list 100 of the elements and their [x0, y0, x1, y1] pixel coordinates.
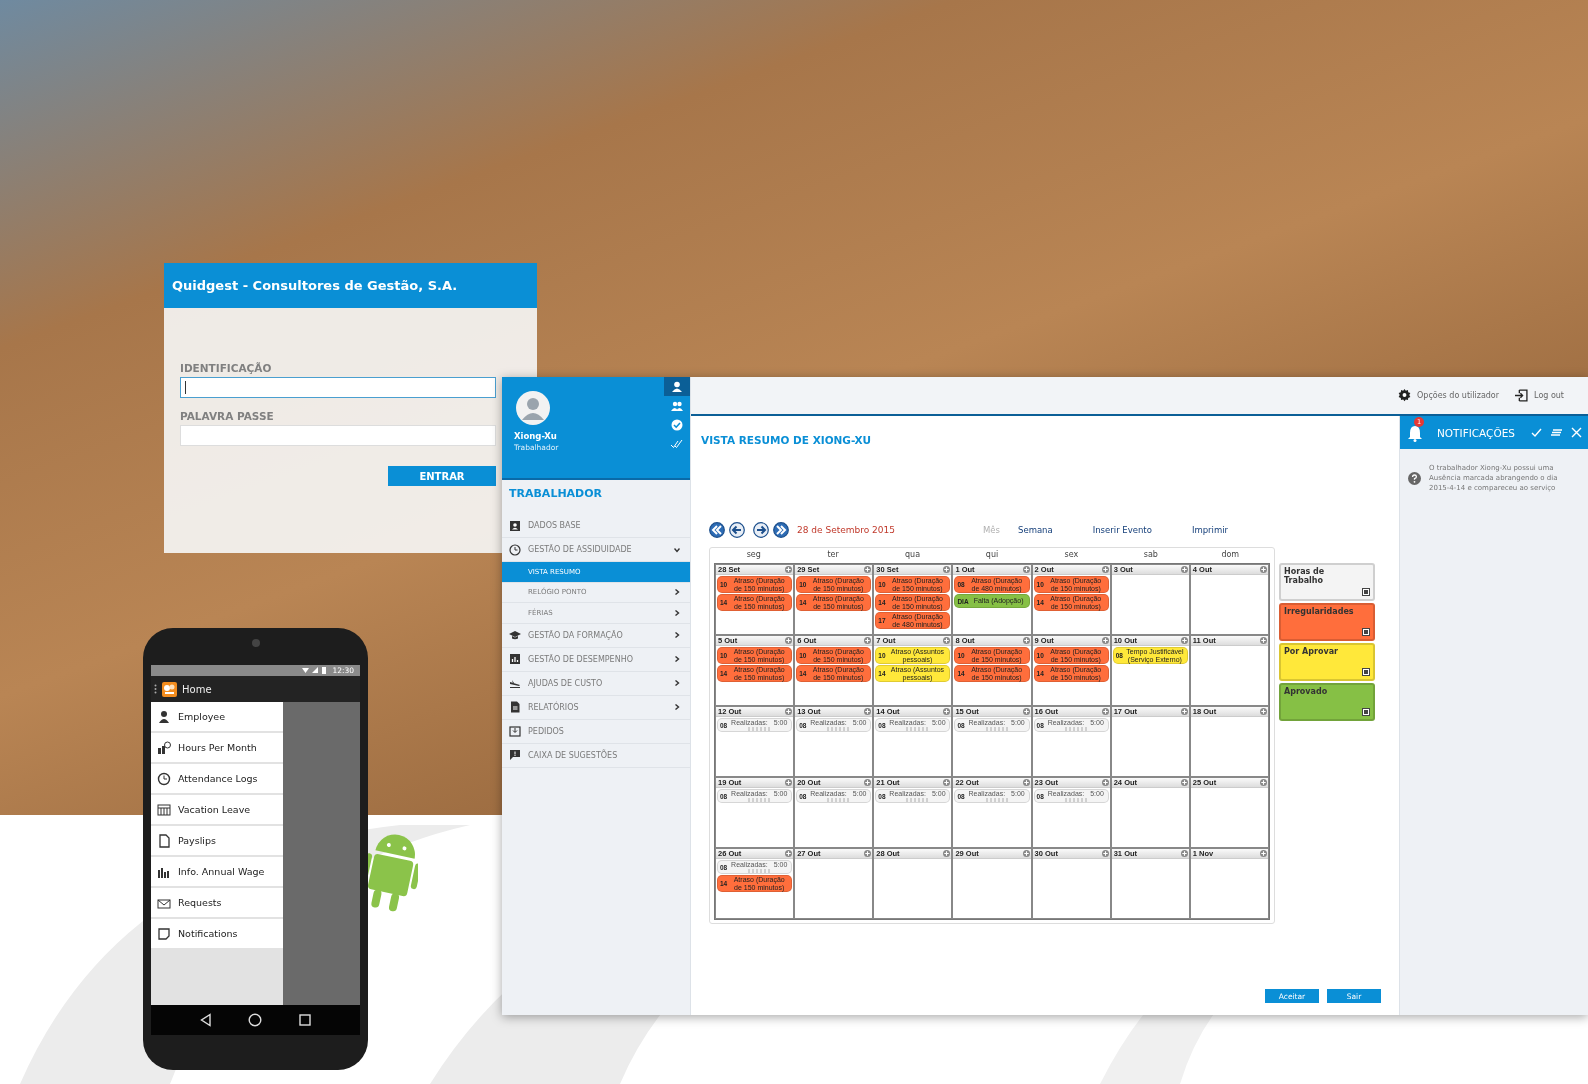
inbox-icon	[509, 725, 521, 737]
add-icon[interactable]	[1180, 566, 1188, 573]
add-icon[interactable]	[1022, 637, 1030, 644]
recents-icon[interactable]	[298, 1013, 313, 1027]
add-icon[interactable]	[1180, 708, 1188, 715]
id-card-icon	[509, 519, 521, 532]
checkbox[interactable]	[1362, 628, 1370, 636]
sidebar-item[interactable]: PEDIDOS	[502, 719, 690, 744]
add-icon[interactable]	[1022, 779, 1030, 786]
checkbox[interactable]	[1362, 708, 1370, 716]
last-page-icon[interactable]	[773, 522, 789, 538]
logout-icon[interactable]	[1515, 389, 1529, 402]
add-icon[interactable]	[785, 850, 793, 857]
previous-arrow-icon[interactable]	[729, 522, 745, 538]
tick-marks-icon	[748, 868, 771, 873]
page-title: VISTA RESUMO DE XIONG-XU	[701, 434, 873, 446]
sidebar-item[interactable]: DADOS BASE	[502, 514, 690, 538]
drawer-item[interactable]: Requests	[151, 888, 283, 917]
drawer-item[interactable]: Vacation Leave	[151, 795, 283, 824]
add-icon[interactable]	[943, 566, 951, 573]
menu-icon[interactable]	[154, 684, 157, 694]
weekday-label: sex	[1063, 550, 1080, 561]
sidebar-item[interactable]: GESTÃO DA FORMAÇÃO	[502, 623, 690, 648]
view-tab[interactable]: Semana	[1018, 525, 1053, 535]
checkbox[interactable]	[1362, 668, 1370, 676]
add-icon[interactable]	[1101, 850, 1109, 857]
logout-link[interactable]: Log out	[1534, 391, 1564, 400]
login-button[interactable]: ENTRAR	[388, 466, 496, 486]
calendar-icon	[157, 802, 171, 817]
legend-item[interactable]: Aprovado	[1279, 683, 1375, 721]
add-icon[interactable]	[1180, 779, 1188, 786]
add-icon[interactable]	[1260, 850, 1267, 857]
add-icon[interactable]	[1260, 566, 1267, 573]
add-icon[interactable]	[1022, 850, 1030, 857]
add-icon[interactable]	[1101, 637, 1109, 644]
add-icon[interactable]	[864, 850, 872, 857]
user-options-link[interactable]: Opções do utilizador	[1417, 391, 1500, 400]
add-icon[interactable]	[943, 850, 951, 857]
legend-item[interactable]: Horas de Trabalho	[1279, 563, 1375, 601]
add-icon[interactable]	[1022, 708, 1030, 715]
drawer-item[interactable]: Hours Per Month	[151, 733, 283, 762]
add-icon[interactable]	[1101, 708, 1109, 715]
add-icon[interactable]	[943, 779, 951, 786]
add-icon[interactable]	[943, 637, 951, 644]
rail-button[interactable]	[664, 377, 690, 396]
close-icon[interactable]	[1571, 427, 1582, 438]
add-icon[interactable]	[1101, 779, 1109, 786]
person-icon	[671, 380, 683, 393]
add-icon[interactable]	[785, 637, 793, 644]
chevron-right-icon	[674, 680, 680, 686]
tick-marks-icon	[748, 726, 771, 731]
legend-item[interactable]: Por Aprovar	[1279, 643, 1375, 681]
home-icon[interactable]	[248, 1013, 263, 1027]
back-icon[interactable]	[198, 1013, 213, 1027]
question-icon	[1408, 471, 1421, 485]
next-arrow-icon[interactable]	[753, 522, 769, 538]
add-icon[interactable]	[785, 779, 793, 786]
drawer-item-label: Info. Annual Wage	[178, 866, 266, 877]
check-icon[interactable]	[1531, 427, 1542, 438]
input-field[interactable]	[180, 377, 496, 398]
add-icon[interactable]	[864, 637, 872, 644]
add-icon[interactable]	[864, 708, 872, 715]
view-tab[interactable]: Imprimir	[1191, 525, 1229, 535]
add-icon[interactable]	[1260, 779, 1267, 786]
bell-icon[interactable]	[1406, 423, 1424, 442]
sidebar-item[interactable]: CAIXA DE SUGESTÕES	[502, 743, 690, 768]
add-icon[interactable]	[864, 779, 872, 786]
first-page-icon[interactable]	[709, 522, 725, 538]
double-check-icon	[671, 437, 683, 450]
checkbox[interactable]	[1362, 588, 1370, 596]
add-icon[interactable]	[1022, 566, 1030, 573]
tick-marks-icon	[748, 797, 771, 802]
add-icon[interactable]	[864, 566, 872, 573]
sidebar-item[interactable]: AJUDAS DE CUSTO	[502, 671, 690, 696]
status-icons	[302, 667, 329, 674]
add-icon[interactable]	[785, 566, 793, 573]
drawer-item[interactable]: Notifications	[151, 919, 283, 948]
add-icon[interactable]	[1260, 708, 1267, 715]
add-icon[interactable]	[1260, 637, 1267, 644]
settings-icon[interactable]	[1398, 389, 1411, 402]
people-icon	[671, 399, 683, 412]
weekday-label: qua	[904, 550, 922, 561]
add-icon[interactable]	[1180, 850, 1188, 857]
legend-label: Irregularidades	[1284, 607, 1354, 616]
current-date: 28 de Setembro 2015	[797, 525, 896, 535]
drawer-item[interactable]: Employee	[151, 702, 283, 731]
lines-icon[interactable]	[1551, 427, 1562, 438]
drawer-item[interactable]: Info. Annual Wage	[151, 857, 283, 886]
legend-item[interactable]: Irregularidades	[1279, 603, 1375, 641]
chevron-right-icon	[674, 656, 680, 662]
add-icon[interactable]	[785, 708, 793, 715]
drawer-item-label: Requests	[178, 897, 223, 908]
add-icon[interactable]	[943, 708, 951, 715]
drawer-item[interactable]: Payslips	[151, 826, 283, 855]
view-tab[interactable]: Inserir Evento	[1092, 525, 1152, 535]
drawer-item[interactable]: Attendance Logs	[151, 764, 283, 793]
add-icon[interactable]	[1101, 566, 1109, 573]
add-icon[interactable]	[1180, 637, 1188, 644]
sidebar-item[interactable]: GESTÃO DE DESEMPENHO	[502, 647, 690, 672]
sidebar-item[interactable]: RELATÓRIOS	[502, 695, 690, 720]
